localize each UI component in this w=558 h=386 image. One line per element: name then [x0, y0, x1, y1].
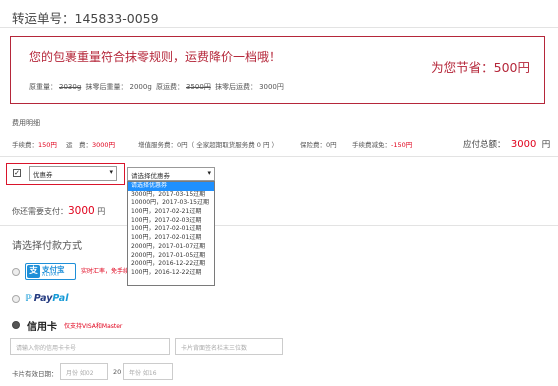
notice-message: 您的包裹重量符合抹零规则，运费降价一档哦！	[29, 50, 282, 64]
credit-card-note: 仅支持VISA和Master	[64, 323, 123, 330]
coupon-dropdown-list: 请选择优惠券 3000円，2017-03-15过期 10000円，2017-03-1…	[127, 181, 215, 286]
remaining-amount: 3000	[68, 205, 95, 217]
order-label: 转运单号：	[12, 11, 75, 26]
coupon-type-select[interactable]: 优惠券 ▾	[29, 166, 117, 181]
expiry-year-input[interactable]: 年份 如16	[123, 363, 173, 380]
expiry-year-prefix: 20	[113, 368, 122, 376]
coupon-option[interactable]: 2000円，2017-01-05过期	[128, 252, 214, 261]
weight-details: 原重量： 2030g 抹零后重量： 2000g 原运费： 3500円 抹零后运费： 30…	[29, 83, 284, 91]
credit-card-radio[interactable]	[12, 321, 20, 329]
vas-fee: 增值服务费：0円（ 全家超期取货服务费 0 円 ）	[138, 141, 279, 149]
divider	[0, 156, 558, 157]
paypal-radio[interactable]	[12, 295, 20, 303]
total-due: 应付总额： 3000 円	[463, 139, 551, 150]
savings-amount: 500円	[493, 60, 530, 75]
coupon-option[interactable]: 10000円，2017-03-15过期	[128, 199, 214, 208]
chevron-down-icon: ▾	[207, 169, 211, 177]
coupon-option[interactable]: 2000円，2017-01-07过期	[128, 243, 214, 252]
fees-title: 费用明细	[12, 119, 40, 127]
coupon-option[interactable]: 100円，2017-02-01过期	[128, 225, 214, 234]
coupon-option[interactable]: 100円，2016-12-22过期	[128, 269, 214, 278]
remaining-payment: 你还需要支付：3000 円	[12, 205, 106, 217]
coupon-option[interactable]: 3000円，2017-03-15过期	[128, 191, 214, 200]
card-number-input[interactable]: 请输入你的信用卡卡号	[10, 338, 170, 355]
savings: 为您节省：500円	[431, 60, 530, 75]
coupon-option[interactable]: 100円，2017-02-01过期	[128, 234, 214, 243]
original-weight: 2030g	[59, 83, 82, 91]
total-amount: 3000	[510, 139, 537, 150]
cvv-input[interactable]: 卡片背面签名栏末三位数	[175, 338, 283, 355]
payment-method-title: 请选择付款方式	[12, 241, 82, 252]
credit-card-label: 信用卡	[27, 322, 57, 333]
expiry-month-input[interactable]: 月份 如02	[60, 363, 108, 380]
coupon-option[interactable]: 100円，2017-02-03过期	[128, 217, 214, 226]
coupon-option[interactable]: 2000円，2016-12-22过期	[128, 260, 214, 269]
alipay-radio[interactable]	[12, 268, 20, 276]
handling-discount: 手续费减免：-150円	[352, 141, 413, 149]
coupon-checkbox[interactable]: ✓	[13, 169, 21, 177]
rounding-notice: 您的包裹重量符合抹零规则，运费降价一档哦！ 原重量： 2030g 抹零后重量： 20…	[10, 36, 545, 104]
coupon-select[interactable]: 请选择优惠券 ▾	[127, 167, 215, 181]
handling-fee: 手续费：150円	[12, 141, 57, 149]
order-value: 145833-0059	[74, 11, 159, 26]
divider	[0, 225, 558, 226]
rounded-freight: 3000円	[259, 83, 284, 91]
alipay-icon: 支	[27, 265, 40, 278]
rounded-weight: 2000g	[129, 83, 152, 91]
paypal-logo[interactable]: ℙ PayPal	[25, 293, 68, 304]
expiry-label: 卡片有效日期：	[12, 370, 58, 378]
chevron-down-icon: ▾	[109, 168, 113, 176]
original-freight: 3500円	[186, 83, 211, 91]
divider	[0, 27, 558, 28]
freight-fee: 运 费：3000円	[66, 141, 116, 149]
coupon-option[interactable]: 请选择优惠券	[128, 182, 214, 191]
paypal-icon: ℙ	[25, 294, 32, 304]
insurance-fee: 保险费：0円	[300, 141, 337, 149]
coupon-option[interactable]: 100円，2017-02-21过期	[128, 208, 214, 217]
order-number: 转运单号：145833-0059	[12, 8, 159, 27]
alipay-logo[interactable]: 支 支付宝 ALIPAY	[25, 263, 76, 280]
